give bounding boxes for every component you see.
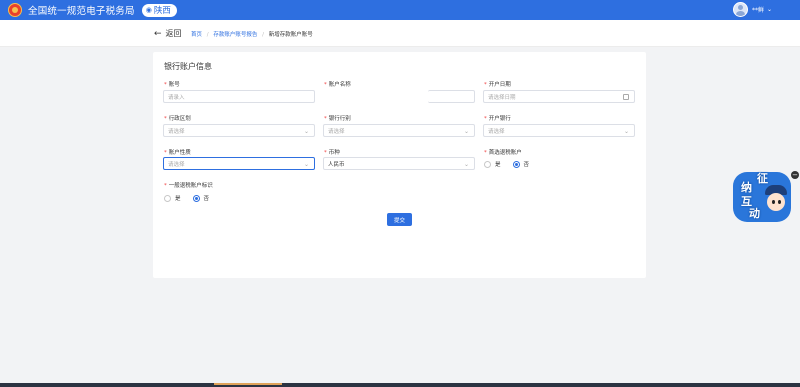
user-name: **鲜	[751, 7, 764, 14]
currency-label: * 币种	[324, 150, 340, 156]
account-no-label: * 账号	[164, 82, 180, 88]
required-mark: *	[164, 183, 167, 189]
account-nature-label: * 账户性质	[164, 150, 191, 156]
chevron-down-icon[interactable]: ⌄	[767, 6, 772, 13]
breadcrumb-bar: ← 返回 首页 / 存款账户账号报告 / 新增存款账户账号	[0, 20, 800, 47]
bank-category-select[interactable]: 请选择 ⌄	[323, 124, 475, 137]
assistant-mascot-icon	[764, 185, 788, 215]
primary-refund-no-radio[interactable]	[512, 160, 520, 168]
primary-refund-radio-group: 是 否	[484, 160, 541, 168]
account-name-label: * 账户名称	[324, 82, 351, 88]
breadcrumb-current: 新增存款账户账号	[268, 32, 313, 38]
tax-emblem-icon	[8, 3, 22, 17]
required-mark: *	[324, 82, 327, 88]
back-button[interactable]: ← 返回	[154, 28, 182, 39]
calendar-icon[interactable]	[623, 94, 629, 100]
open-date-picker[interactable]: 请选择日期	[483, 90, 635, 103]
required-mark: *	[164, 82, 167, 88]
general-refund-no-radio[interactable]	[192, 194, 200, 202]
bottom-strip	[0, 383, 800, 387]
required-mark: *	[484, 150, 487, 156]
widget-char: 征	[757, 172, 768, 185]
open-date-label: * 开户日期	[484, 82, 511, 88]
required-mark: *	[484, 82, 487, 88]
general-refund-yes-radio[interactable]	[164, 194, 171, 202]
breadcrumb-separator: /	[206, 32, 209, 38]
back-label: 返回	[165, 29, 182, 38]
open-bank-select[interactable]: 请选择 ⌄	[483, 124, 635, 137]
close-icon[interactable]: −	[791, 171, 799, 179]
required-mark: *	[164, 116, 167, 122]
general-refund-label: * 一般退税账户标识	[164, 183, 213, 189]
breadcrumb-home[interactable]: 首页	[191, 32, 202, 38]
region-selector[interactable]: ◉ 陕西	[141, 3, 177, 17]
primary-refund-label: * 首选退税账户	[484, 150, 522, 156]
chevron-down-icon: ⌄	[463, 128, 469, 135]
widget-char: 动	[749, 207, 760, 220]
account-no-input[interactable]: 请录入	[163, 90, 315, 103]
region-label: 陕西	[153, 6, 171, 16]
bank-category-label: * 银行行别	[324, 116, 351, 122]
required-mark: *	[324, 116, 327, 122]
user-menu[interactable]: **鲜 ⌄	[732, 2, 772, 17]
breadcrumb: 首页 / 存款账户账号报告 / 新增存款账户账号	[191, 30, 313, 38]
admin-region-select[interactable]: 请选择 ⌄	[163, 124, 315, 137]
chevron-down-icon: ⌄	[303, 161, 309, 168]
breadcrumb-separator: /	[262, 32, 264, 38]
arrow-left-icon: ←	[154, 28, 162, 39]
bank-account-form-card: 银行账户信息 * 账号 请录入 * 账户名称 * 开户日期 请选择日期 * 行政区划 请…	[153, 52, 646, 278]
submit-button[interactable]: 提交	[387, 213, 412, 226]
primary-refund-yes-radio[interactable]	[484, 160, 491, 168]
avatar[interactable]	[732, 2, 748, 17]
currency-select[interactable]: 人民币 ⌄	[323, 157, 475, 170]
breadcrumb-account-report[interactable]: 存款账户账号报告	[213, 32, 257, 38]
required-mark: *	[324, 150, 327, 156]
required-mark: *	[484, 116, 487, 122]
account-name-input[interactable]	[428, 90, 475, 103]
general-refund-radio-group: 是 否	[164, 194, 221, 202]
interaction-assistant-widget[interactable]: 征 纳 互 动	[733, 172, 791, 222]
admin-region-label: * 行政区划	[164, 116, 191, 122]
top-header-bar: 全国统一规范电子税务局 ◉ 陕西 **鲜 ⌄	[0, 0, 800, 20]
chevron-down-icon: ⌄	[463, 161, 469, 168]
chevron-down-icon: ⌄	[623, 128, 629, 135]
site-title[interactable]: 全国统一规范电子税务局	[28, 3, 135, 17]
location-pin-icon: ◉	[145, 6, 152, 14]
required-mark: *	[164, 150, 167, 156]
account-nature-select[interactable]: 请选择 ⌄	[163, 157, 315, 170]
open-bank-label: * 开户银行	[484, 116, 511, 122]
section-title: 银行账户信息	[164, 62, 212, 71]
chevron-down-icon: ⌄	[303, 128, 309, 135]
